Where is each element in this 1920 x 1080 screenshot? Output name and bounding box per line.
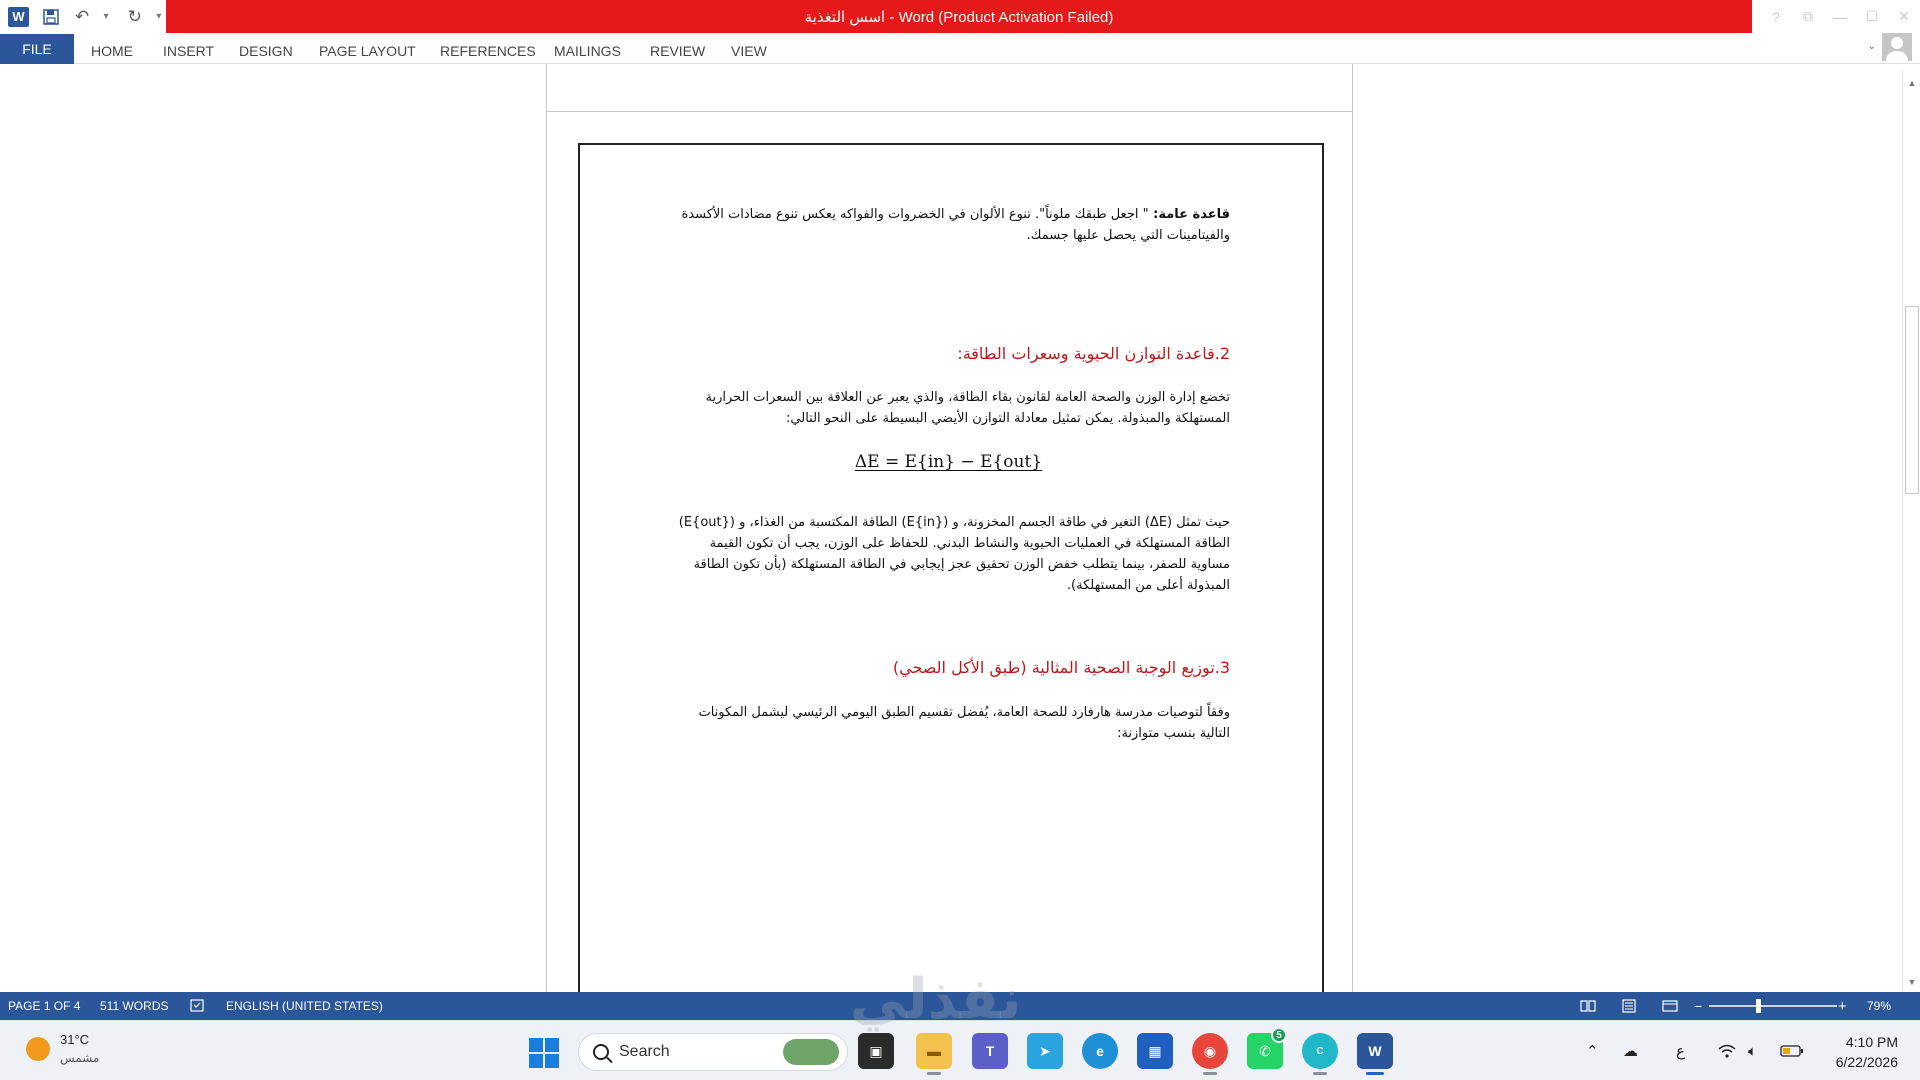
ribbon-tabs: FILE HOME INSERT DESIGN PAGE LAYOUT REFE… xyxy=(0,33,1920,64)
whatsapp-icon[interactable]: ✆ 5 xyxy=(1247,1027,1287,1069)
weather-condition: مشمس xyxy=(60,1051,100,1065)
scroll-up-icon[interactable]: ▲ xyxy=(1903,74,1920,91)
volume-icon[interactable]: 🔈︎ xyxy=(1748,1021,1757,1080)
page-count[interactable]: PAGE 1 OF 4 xyxy=(8,992,80,1020)
word-app-icon[interactable]: W xyxy=(8,6,30,27)
windows-start-icon[interactable] xyxy=(529,1038,559,1068)
proofing-icon[interactable] xyxy=(190,992,206,1020)
help-icon[interactable]: ? xyxy=(1760,9,1792,25)
heading-healthy-plate[interactable]: 3.توزيع الوجبة الصحية المثالية (طبق الأك… xyxy=(893,656,1230,680)
zoom-slider-thumb[interactable] xyxy=(1756,999,1761,1013)
show-hidden-icons-icon[interactable]: ⌃ xyxy=(1586,1021,1599,1080)
tab-file[interactable]: FILE xyxy=(0,34,74,64)
tab-home[interactable]: HOME xyxy=(91,37,133,64)
tab-design[interactable]: DESIGN xyxy=(239,37,293,64)
quick-access-toolbar: W ↶ ▾ ↻ ▾ xyxy=(0,0,166,33)
search-highlight-image xyxy=(783,1039,839,1065)
zoom-in-icon[interactable]: + xyxy=(1838,992,1847,1020)
microsoft-store-icon[interactable]: ▦ xyxy=(1137,1033,1173,1069)
weather-temperature: 31°C xyxy=(60,1032,90,1047)
chrome-icon[interactable]: ◉ xyxy=(1192,1033,1228,1075)
ribbon-display-icon[interactable]: ⧉ xyxy=(1792,8,1824,25)
print-layout-icon[interactable] xyxy=(1621,992,1637,1020)
tab-review[interactable]: REVIEW xyxy=(650,37,705,64)
tab-view[interactable]: VIEW xyxy=(731,37,767,64)
undo-dropdown-icon[interactable]: ▾ xyxy=(104,11,114,22)
vertical-scrollbar[interactable]: ▲ ▼ xyxy=(1902,70,1920,992)
collapse-ribbon-icon[interactable]: ⌄ xyxy=(1868,41,1876,52)
word-count[interactable]: 511 WORDS xyxy=(100,992,168,1020)
scroll-down-icon[interactable]: ▼ xyxy=(1903,973,1920,990)
window-controls: ? ⧉ — ☐ ✕ xyxy=(1760,0,1920,33)
teams-icon[interactable]: T xyxy=(972,1033,1008,1069)
undo-icon[interactable]: ↶ xyxy=(72,7,91,27)
title-bar: W ↶ ▾ ↻ ▾ اسس التغذية - Word (Product Ac… xyxy=(0,0,1920,33)
tab-mailings[interactable]: MAILINGS xyxy=(554,37,621,64)
paragraph-harvard-recommendation[interactable]: وفقاً لتوصيات مدرسة هارفارد للصحة العامة… xyxy=(667,702,1230,744)
maximize-icon[interactable]: ☐ xyxy=(1856,8,1888,25)
heading-energy-balance[interactable]: 2.قاعدة التوازن الحيوية وسعرات الطاقة: xyxy=(957,342,1230,366)
web-layout-icon[interactable] xyxy=(1662,992,1678,1020)
zoom-out-icon[interactable]: − xyxy=(1694,992,1702,1020)
customize-qat-icon[interactable]: ▾ xyxy=(156,11,166,22)
paragraph-energy-law[interactable]: تخضع إدارة الوزن والصحة العامة لقانون بق… xyxy=(667,387,1230,429)
word-taskbar-icon[interactable]: W xyxy=(1357,1033,1393,1075)
task-view-icon[interactable]: ▣ xyxy=(858,1033,894,1069)
sun-icon xyxy=(26,1037,50,1061)
account-avatar-icon[interactable] xyxy=(1882,33,1912,61)
save-icon[interactable] xyxy=(41,7,60,27)
whatsapp-badge: 5 xyxy=(1271,1027,1287,1043)
tab-page-layout[interactable]: PAGE LAYOUT xyxy=(319,37,416,64)
search-icon xyxy=(593,1044,609,1060)
input-language[interactable]: ع xyxy=(1676,1021,1685,1080)
language-indicator[interactable]: ENGLISH (UNITED STATES) xyxy=(226,992,383,1020)
battery-icon[interactable] xyxy=(1780,1021,1804,1080)
window-title: اسس التغذية - Word (Product Activation F… xyxy=(166,0,1752,33)
system-clock[interactable]: 4:10 PM 6/22/2026 xyxy=(1836,1032,1898,1072)
close-icon[interactable]: ✕ xyxy=(1888,8,1920,25)
tab-insert[interactable]: INSERT xyxy=(163,37,214,64)
weather-widget[interactable]: 31°C مشمس xyxy=(26,1031,99,1067)
tab-references[interactable]: REFERENCES xyxy=(440,37,536,64)
taskbar-search-box[interactable]: Search xyxy=(578,1033,848,1071)
onedrive-icon[interactable]: ☁ xyxy=(1623,1021,1638,1080)
paragraph-equation-explanation[interactable]: حيث تمثل (ΔE) التغير في طاقة الجسم المخز… xyxy=(667,512,1230,596)
read-mode-icon[interactable] xyxy=(1580,992,1596,1020)
general-rule-label: قاعدة عامة: xyxy=(1148,207,1230,222)
edge-icon[interactable]: e xyxy=(1082,1033,1118,1069)
document-page[interactable]: قاعدة عامة: " اجعل طبقك ملوناً". تنوع ال… xyxy=(546,111,1353,992)
minimize-icon[interactable]: — xyxy=(1824,9,1856,25)
clock-date: 6/22/2026 xyxy=(1835,1054,1898,1070)
document-area[interactable]: قاعدة عامة: " اجعل طبقك ملوناً". تنوع ال… xyxy=(0,64,1902,992)
paragraph-general-rule[interactable]: قاعدة عامة: " اجعل طبقك ملوناً". تنوع ال… xyxy=(667,204,1230,246)
status-bar: PAGE 1 OF 4 511 WORDS ENGLISH (UNITED ST… xyxy=(0,992,1920,1020)
zoom-slider[interactable] xyxy=(1709,1005,1837,1007)
redo-icon[interactable]: ↻ xyxy=(125,7,144,27)
scrollbar-thumb[interactable] xyxy=(1905,306,1919,494)
file-explorer-icon[interactable]: ▬ xyxy=(916,1033,952,1075)
energy-equation[interactable]: ΔE = E{in} − E{out} xyxy=(667,452,1230,473)
wifi-icon[interactable] xyxy=(1718,1021,1736,1080)
telegram-icon[interactable]: ➤ xyxy=(1027,1033,1063,1069)
clock-time: 4:10 PM xyxy=(1845,1034,1898,1050)
search-placeholder: Search xyxy=(619,1043,670,1060)
zoom-level[interactable]: 79% xyxy=(1867,992,1891,1020)
canva-icon[interactable]: C xyxy=(1302,1033,1338,1075)
windows-taskbar: 31°C مشمس Search ▣ ▬ T ➤ e ▦ ◉ ✆ 5 C W ⌃ … xyxy=(0,1020,1920,1080)
